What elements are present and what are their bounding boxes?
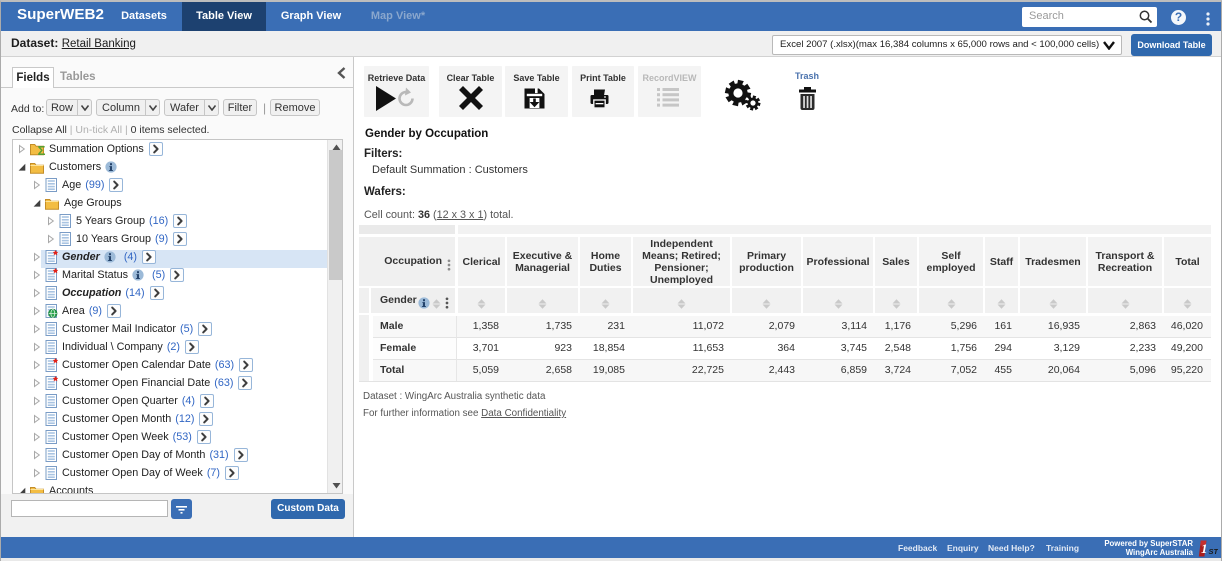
svg-text:Σ: Σ bbox=[38, 143, 46, 156]
svg-text:ST: ST bbox=[1209, 547, 1219, 556]
svg-text:1: 1 bbox=[1201, 541, 1208, 556]
